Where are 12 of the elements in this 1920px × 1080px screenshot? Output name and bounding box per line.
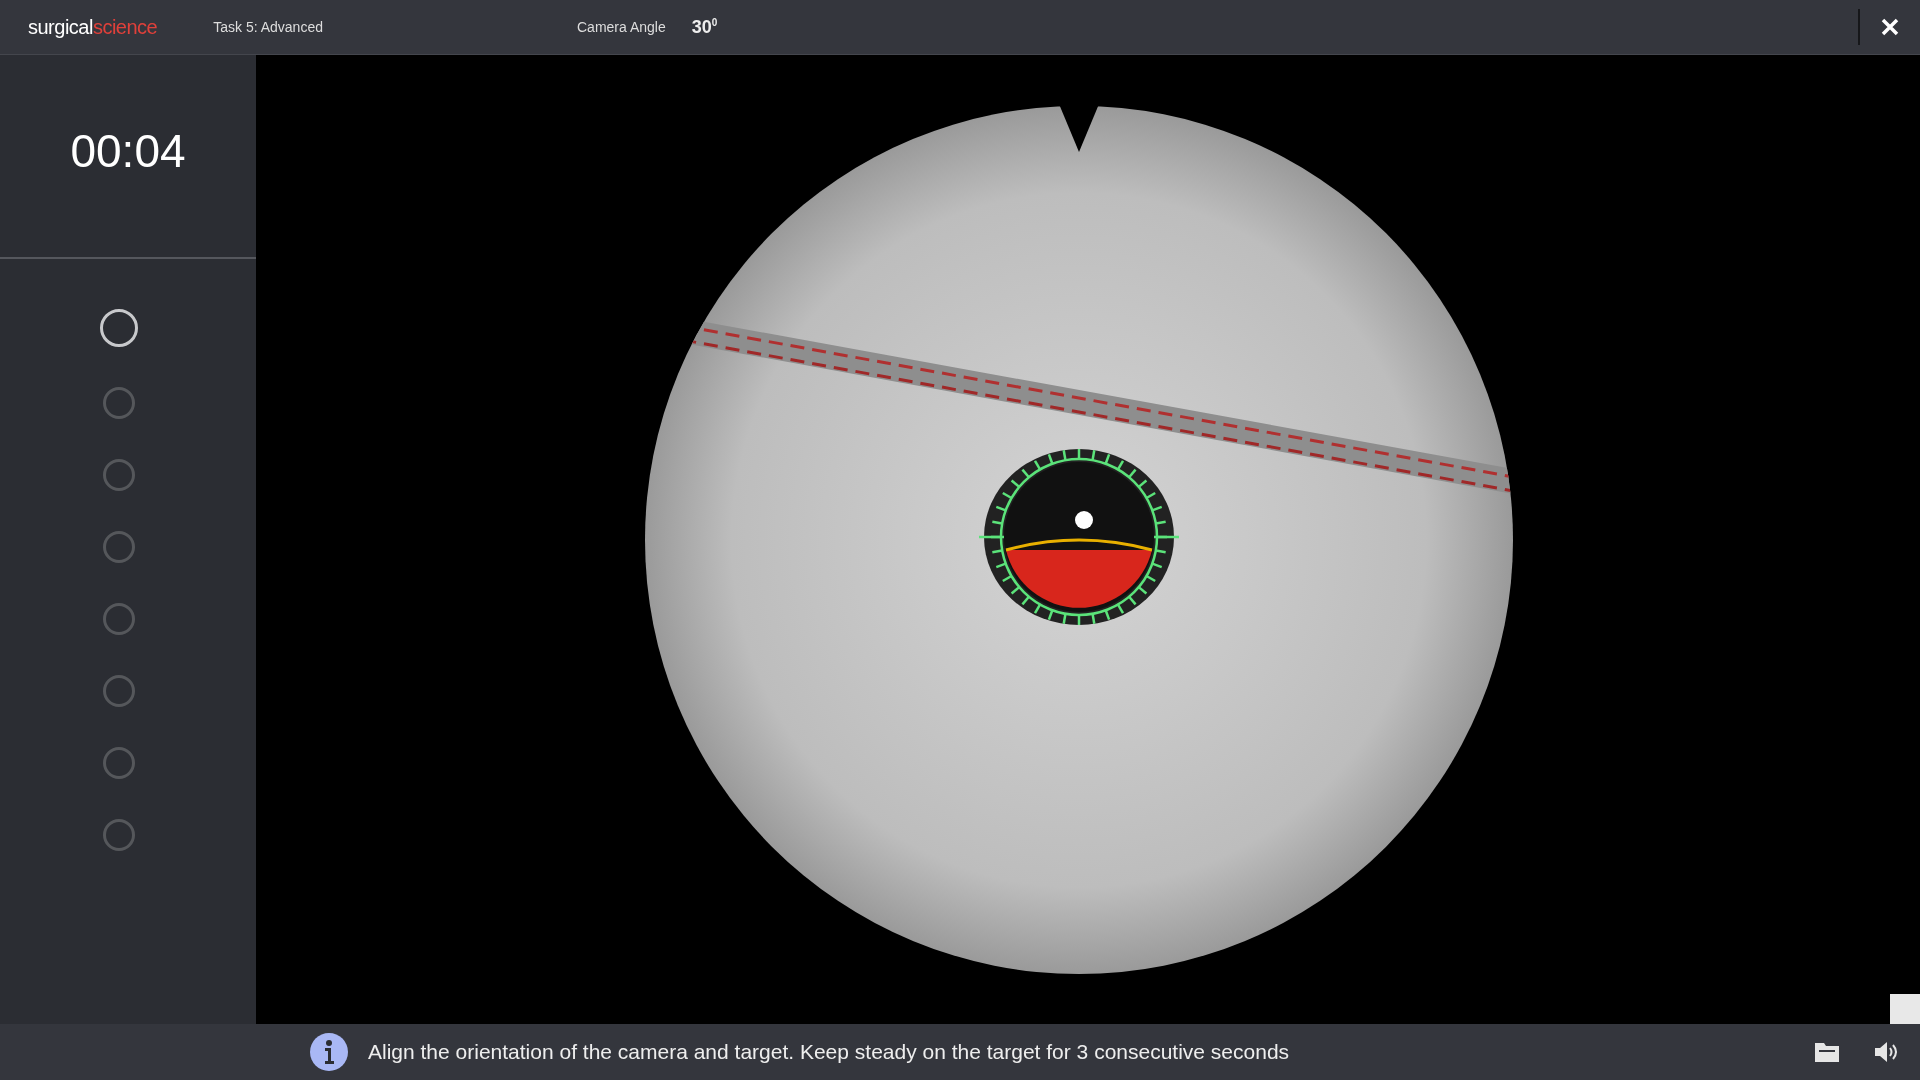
instruction-text: Align the orientation of the camera and target. Keep steady on the target for 3 consecutive seconds xyxy=(368,1040,1290,1064)
speaker-icon xyxy=(1874,1041,1900,1063)
volume-button[interactable] xyxy=(1874,1041,1900,1063)
corner-square xyxy=(1890,994,1920,1024)
folder-icon xyxy=(1814,1041,1840,1063)
camera-angle-value: 30$^{0}$ xyxy=(691,16,718,38)
task-title: Task 5: Advanced xyxy=(213,19,323,35)
logo: surgicalscience xyxy=(28,15,158,39)
camera-angle-label: Camera Angle xyxy=(577,19,666,35)
folder-button[interactable] xyxy=(1814,1041,1840,1063)
info-icon xyxy=(310,1033,348,1071)
close-icon xyxy=(1880,17,1900,37)
